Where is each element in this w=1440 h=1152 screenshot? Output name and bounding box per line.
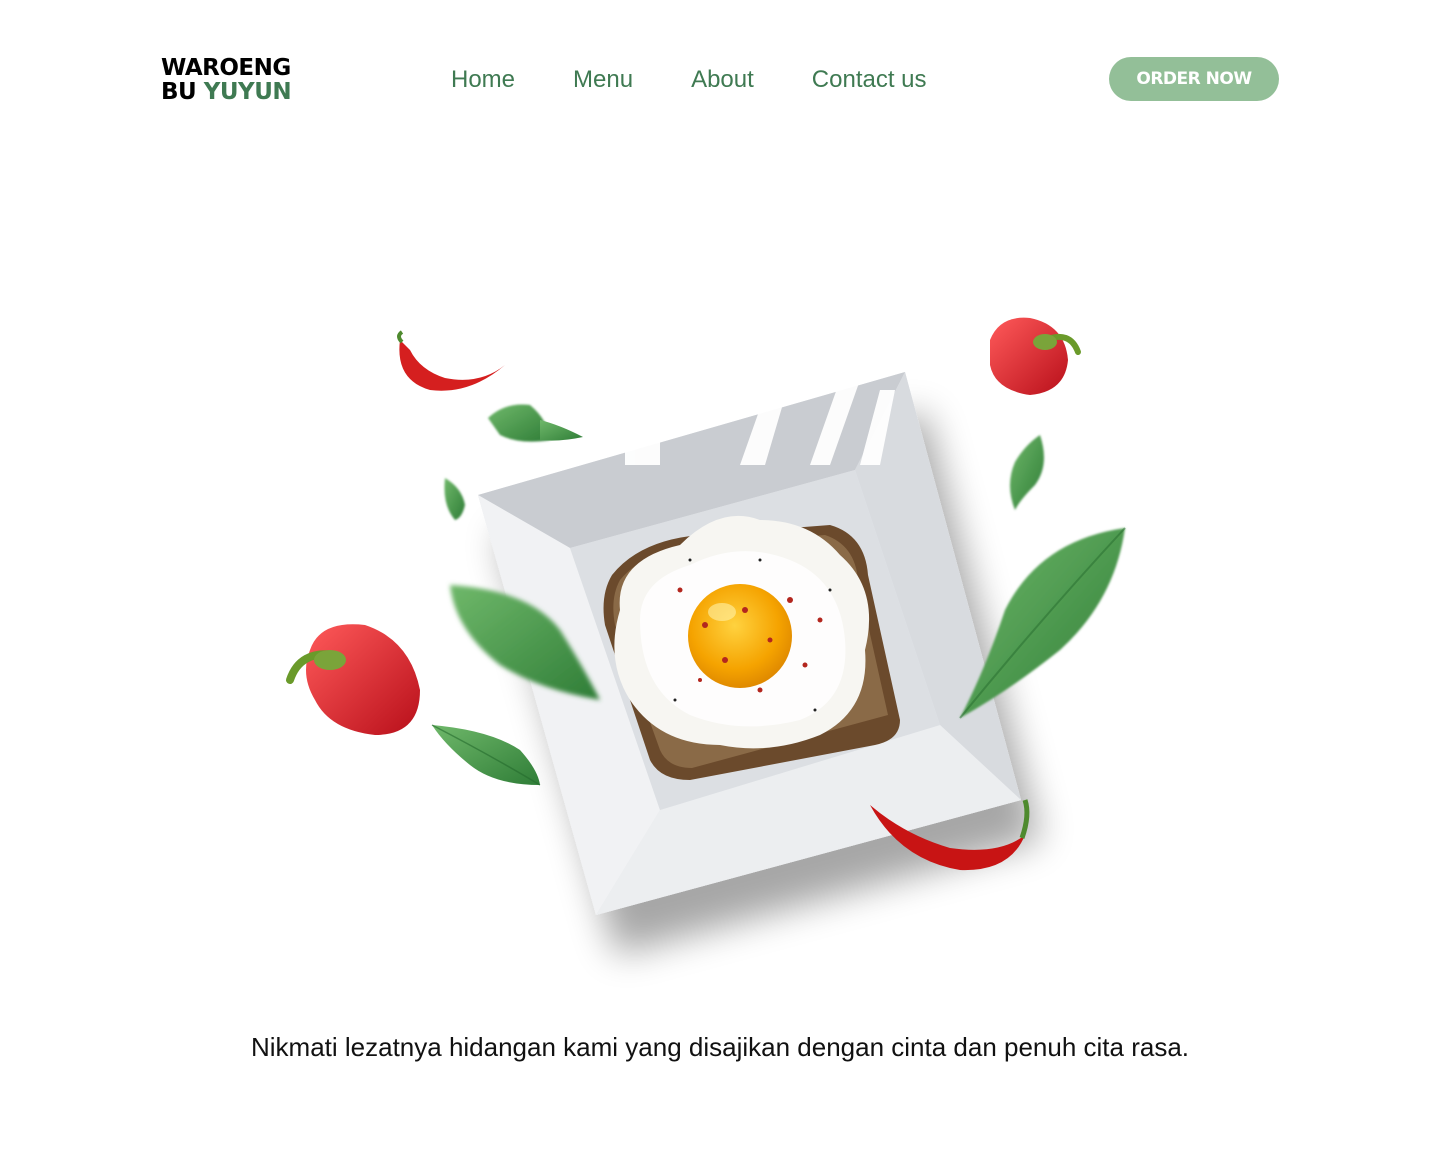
egg-toast-icon (603, 515, 900, 780)
basil-leaf-icon (431, 724, 541, 786)
hero-image (286, 317, 1126, 915)
bell-pepper-icon (990, 317, 1081, 395)
landing-page: WAROENG BU YUYUN Home Menu About Contact… (0, 0, 1440, 1152)
chili-pepper-icon (397, 330, 505, 391)
basil-leaf-icon (488, 404, 583, 442)
hero-tagline: Nikmati lezatnya hidangan kami yang disa… (250, 1032, 1190, 1062)
basil-leaf-icon (1010, 435, 1044, 510)
basil-leaf-icon (959, 527, 1126, 719)
basil-leaf-icon (444, 478, 465, 520)
bell-pepper-icon (286, 624, 420, 735)
